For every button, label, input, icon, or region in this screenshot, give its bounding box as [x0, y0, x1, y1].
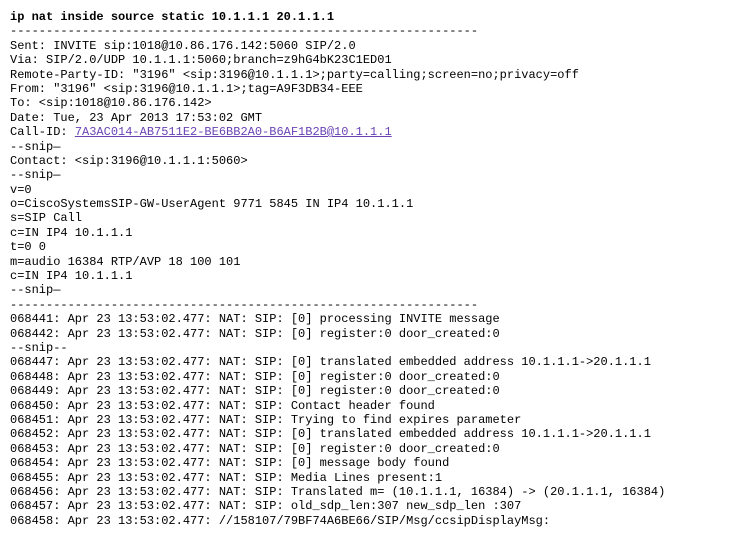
log-line: 068450: Apr 23 13:53:02.477: NAT: SIP: C… [10, 399, 727, 413]
call-id-label: Call-ID: [10, 125, 75, 139]
snip-marker: --snip— [10, 140, 727, 154]
sip-via: Via: SIP/2.0/UDP 10.1.1.1:5060;branch=z9… [10, 53, 727, 67]
sip-date: Date: Tue, 23 Apr 2013 17:53:02 GMT [10, 111, 727, 125]
sdp-media: m=audio 16384 RTP/AVP 18 100 101 [10, 255, 727, 269]
sip-to: To: <sip:1018@10.86.176.142> [10, 96, 727, 110]
sip-call-id: Call-ID: 7A3AC014-AB7511E2-BE6BB2A0-B6AF… [10, 125, 727, 139]
sip-from: From: "3196" <sip:3196@10.1.1.1>;tag=A9F… [10, 82, 727, 96]
sip-remote-party-id: Remote-Party-ID: "3196" <sip:3196@10.1.1… [10, 68, 727, 82]
sip-sent: Sent: INVITE sip:1018@10.86.176.142:5060… [10, 39, 727, 53]
log-line: 068451: Apr 23 13:53:02.477: NAT: SIP: T… [10, 413, 727, 427]
sdp-connection: c=IN IP4 10.1.1.1 [10, 269, 727, 283]
snip-marker: --snip— [10, 168, 727, 182]
log-line: 068457: Apr 23 13:53:02.477: NAT: SIP: o… [10, 499, 727, 513]
log-line: 068458: Apr 23 13:53:02.477: //158107/79… [10, 514, 727, 528]
log-line: 068447: Apr 23 13:53:02.477: NAT: SIP: [… [10, 355, 727, 369]
sdp-time: t=0 0 [10, 240, 727, 254]
terminal-output: ip nat inside source static 10.1.1.1 20.… [10, 10, 727, 528]
nat-command: ip nat inside source static 10.1.1.1 20.… [10, 10, 727, 24]
rule: ----------------------------------------… [10, 298, 727, 312]
log-line: 068441: Apr 23 13:53:02.477: NAT: SIP: [… [10, 312, 727, 326]
snip-marker: --snip-- [10, 341, 727, 355]
snip-marker: --snip— [10, 283, 727, 297]
log-line: 068456: Apr 23 13:53:02.477: NAT: SIP: T… [10, 485, 727, 499]
sdp-session: s=SIP Call [10, 211, 727, 225]
log-line: 068452: Apr 23 13:53:02.477: NAT: SIP: [… [10, 427, 727, 441]
log-line: 068454: Apr 23 13:53:02.477: NAT: SIP: [… [10, 456, 727, 470]
sip-contact: Contact: <sip:3196@10.1.1.1:5060> [10, 154, 727, 168]
log-line: 068455: Apr 23 13:53:02.477: NAT: SIP: M… [10, 471, 727, 485]
log-line: 068442: Apr 23 13:53:02.477: NAT: SIP: [… [10, 327, 727, 341]
log-line: 068453: Apr 23 13:53:02.477: NAT: SIP: [… [10, 442, 727, 456]
rule: ----------------------------------------… [10, 24, 727, 38]
log-line: 068448: Apr 23 13:53:02.477: NAT: SIP: [… [10, 370, 727, 384]
sdp-connection: c=IN IP4 10.1.1.1 [10, 226, 727, 240]
sdp-version: v=0 [10, 183, 727, 197]
sdp-origin: o=CiscoSystemsSIP-GW-UserAgent 9771 5845… [10, 197, 727, 211]
log-line: 068449: Apr 23 13:53:02.477: NAT: SIP: [… [10, 384, 727, 398]
call-id-link[interactable]: 7A3AC014-AB7511E2-BE6BB2A0-B6AF1B2B@10.1… [75, 125, 392, 139]
